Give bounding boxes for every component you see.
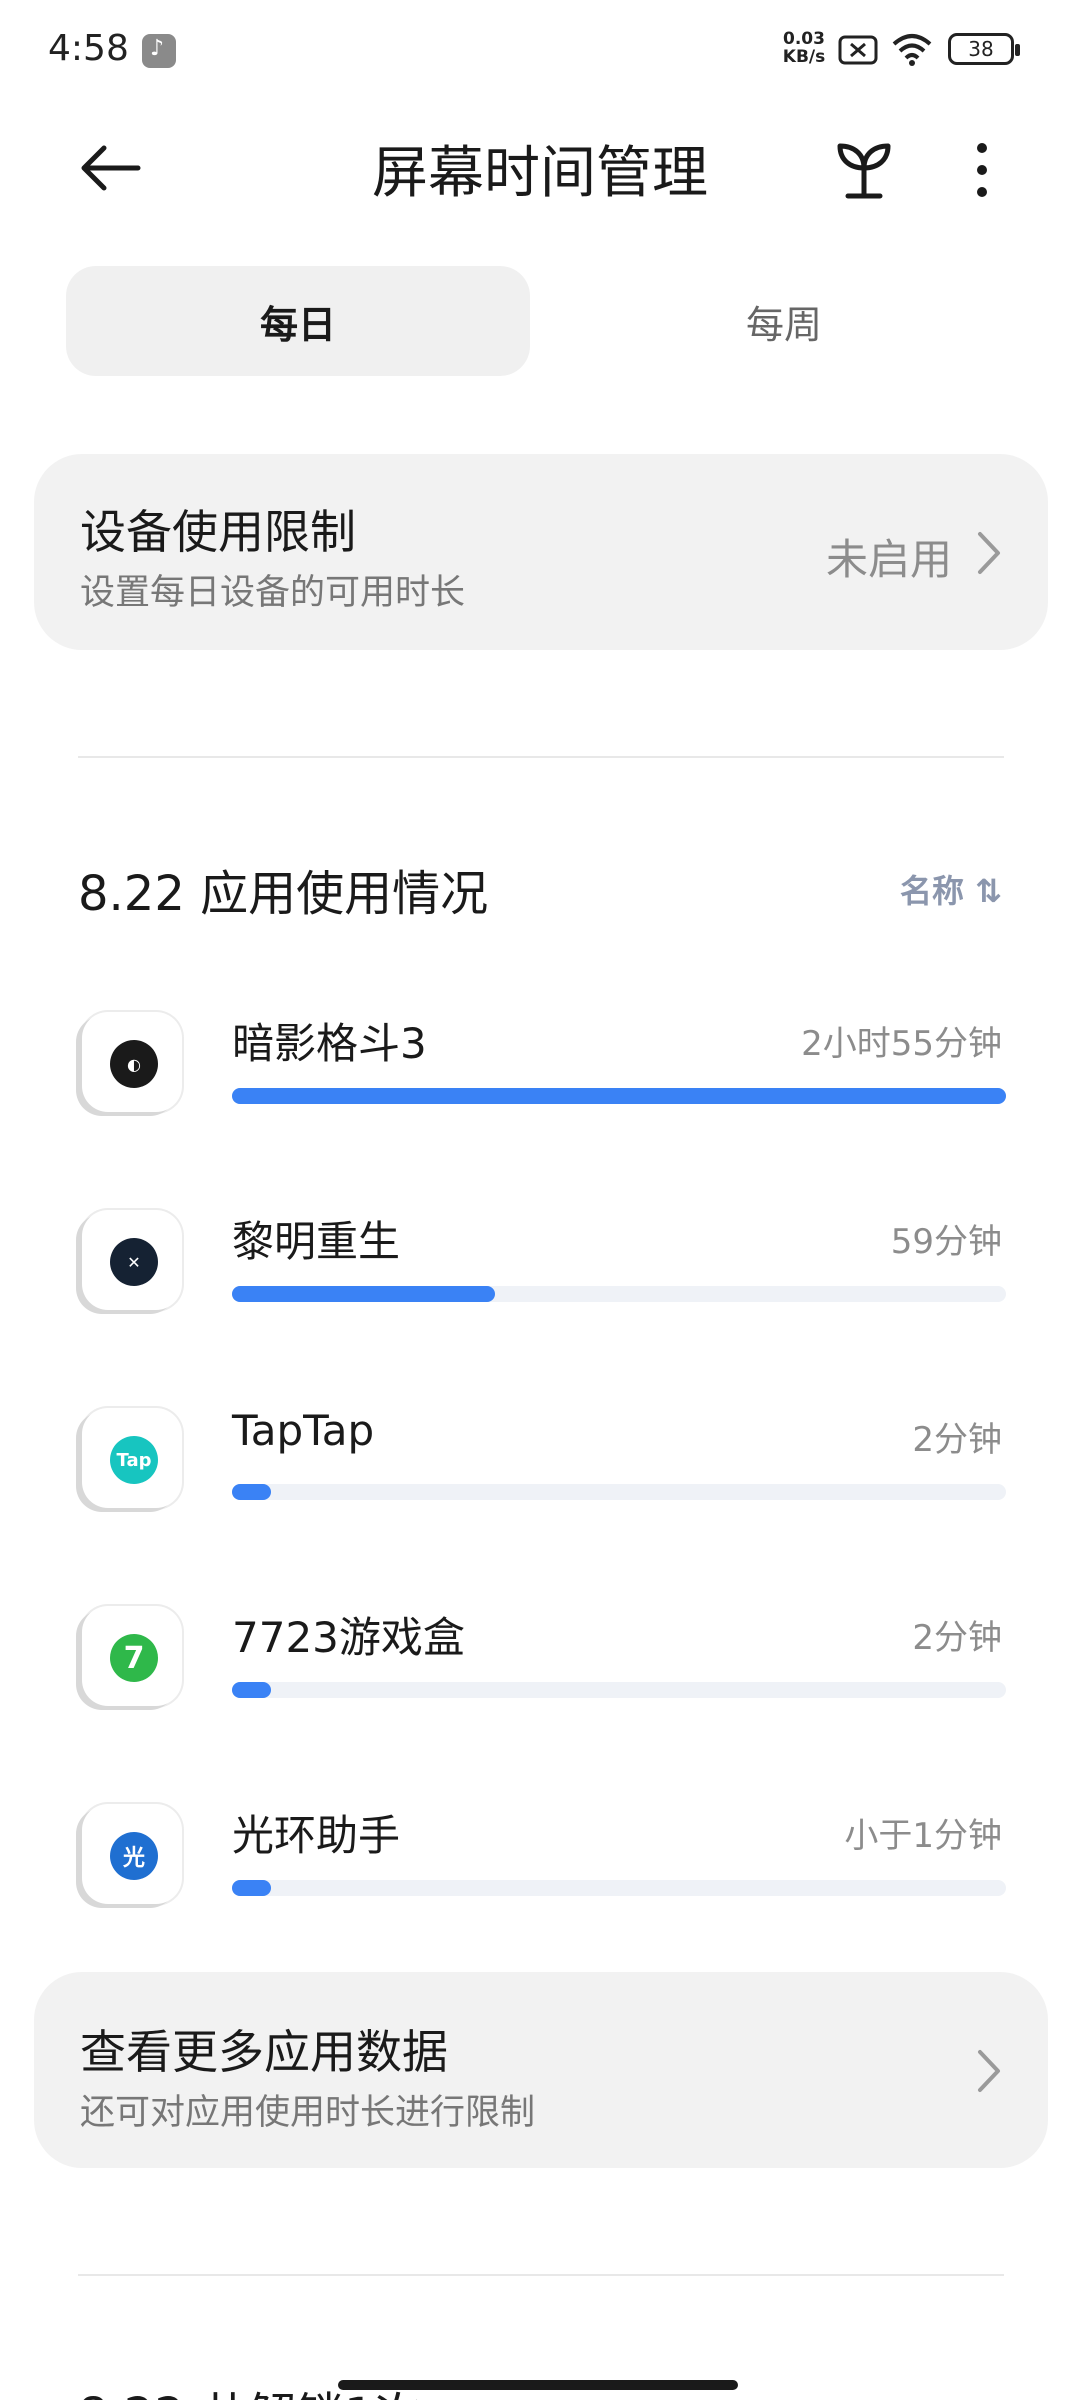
tab-weekly[interactable]: 每周 bbox=[552, 266, 1016, 376]
app-icon-7723: 7 bbox=[82, 1606, 182, 1706]
app-usage-row[interactable]: ✕ 黎明重生 59分钟 bbox=[0, 1202, 1080, 1362]
usage-bar-track bbox=[232, 1880, 1006, 1896]
usage-bar-fill bbox=[232, 1088, 1006, 1104]
app-usage-time: 小于1分钟 bbox=[844, 1816, 1002, 1856]
device-limit-card[interactable]: 设备使用限制 设置每日设备的可用时长 未启用 bbox=[34, 454, 1048, 650]
taptap-icon: Tap bbox=[110, 1436, 158, 1484]
usage-bar-track bbox=[232, 1286, 1006, 1302]
network-speed-unit: KB/s bbox=[782, 47, 826, 67]
sprout-button[interactable] bbox=[826, 132, 902, 208]
usage-bar-track bbox=[232, 1682, 1006, 1698]
app-name: 光环助手 bbox=[232, 1811, 401, 1860]
page-title: 屏幕时间管理 bbox=[372, 141, 708, 206]
app-name: 黎明重生 bbox=[232, 1217, 401, 1266]
app-usage-row[interactable]: ◐ 暗影格斗3 2小时55分钟 bbox=[0, 1004, 1080, 1164]
usage-bar-track bbox=[232, 1088, 1006, 1104]
sort-label: 名称 bbox=[900, 872, 965, 910]
app-icon-halo-assistant: 光 bbox=[82, 1804, 182, 1904]
back-button[interactable] bbox=[72, 130, 148, 206]
halo-assistant-icon: 光 bbox=[110, 1832, 158, 1880]
chevron-right-icon bbox=[978, 2050, 1000, 2092]
app-icon-dawn-rebirth: ✕ bbox=[82, 1210, 182, 1310]
shadow-fight-icon: ◐ bbox=[110, 1040, 158, 1088]
app-name: TapTap bbox=[232, 1406, 375, 1455]
usage-bar-fill bbox=[232, 1484, 271, 1500]
device-limit-subtitle: 设置每日设备的可用时长 bbox=[80, 573, 466, 613]
network-speed: 0.03 KB/s bbox=[778, 30, 830, 66]
divider bbox=[78, 756, 1004, 758]
more-vertical-icon bbox=[977, 143, 987, 197]
7723-game-box-icon: 7 bbox=[110, 1634, 158, 1682]
chevron-right-icon bbox=[978, 532, 1000, 574]
app-usage-row[interactable]: Tap TapTap 2分钟 bbox=[0, 1400, 1080, 1560]
app-usage-time: 2分钟 bbox=[912, 1420, 1002, 1460]
device-limit-status: 未启用 bbox=[825, 535, 952, 584]
more-app-data-card[interactable]: 查看更多应用数据 还可对应用使用时长进行限制 bbox=[34, 1972, 1048, 2168]
usage-section-title: 8.22 应用使用情况 bbox=[78, 866, 489, 922]
sort-icon: ⇅ bbox=[975, 872, 1002, 910]
arrow-left-icon bbox=[81, 145, 141, 191]
app-usage-time: 2分钟 bbox=[912, 1618, 1002, 1658]
app-usage-time: 59分钟 bbox=[890, 1222, 1002, 1262]
screen-time-page: 4:58 0.03 KB/s 38 屏幕时间管理 bbox=[0, 0, 1080, 2400]
sort-by-name-button[interactable]: 名称 ⇅ bbox=[900, 866, 1002, 912]
more-options-button[interactable] bbox=[952, 132, 1012, 208]
usage-bar-fill bbox=[232, 1286, 495, 1302]
status-bar: 4:58 0.03 KB/s 38 bbox=[0, 0, 1080, 100]
tiktok-notification-icon bbox=[142, 34, 176, 68]
divider bbox=[78, 2274, 1004, 2276]
usage-bar-track bbox=[232, 1484, 1006, 1500]
status-time: 4:58 bbox=[48, 28, 129, 69]
sprout-icon bbox=[837, 143, 891, 199]
app-name: 暗影格斗3 bbox=[232, 1019, 427, 1068]
network-speed-value: 0.03 bbox=[783, 29, 825, 49]
more-app-data-subtitle: 还可对应用使用时长进行限制 bbox=[80, 2093, 536, 2133]
wifi-icon bbox=[892, 34, 932, 66]
app-icon-shadow-fight: ◐ bbox=[82, 1012, 182, 1112]
no-sim-icon bbox=[838, 35, 878, 65]
app-icon-taptap: Tap bbox=[82, 1408, 182, 1508]
app-name: 7723游戏盒 bbox=[232, 1613, 465, 1662]
dawn-rebirth-icon: ✕ bbox=[110, 1238, 158, 1286]
home-indicator[interactable] bbox=[338, 2380, 738, 2390]
app-usage-row[interactable]: 7 7723游戏盒 2分钟 bbox=[0, 1598, 1080, 1758]
tab-daily[interactable]: 每日 bbox=[66, 266, 530, 376]
battery-icon: 38 bbox=[948, 33, 1020, 65]
usage-bar-fill bbox=[232, 1880, 271, 1896]
usage-bar-fill bbox=[232, 1682, 271, 1698]
device-limit-title: 设备使用限制 bbox=[80, 505, 356, 559]
app-usage-row[interactable]: 光 光环助手 小于1分钟 bbox=[0, 1796, 1080, 1956]
more-app-data-title: 查看更多应用数据 bbox=[80, 2025, 448, 2079]
app-usage-time: 2小时55分钟 bbox=[801, 1024, 1002, 1064]
